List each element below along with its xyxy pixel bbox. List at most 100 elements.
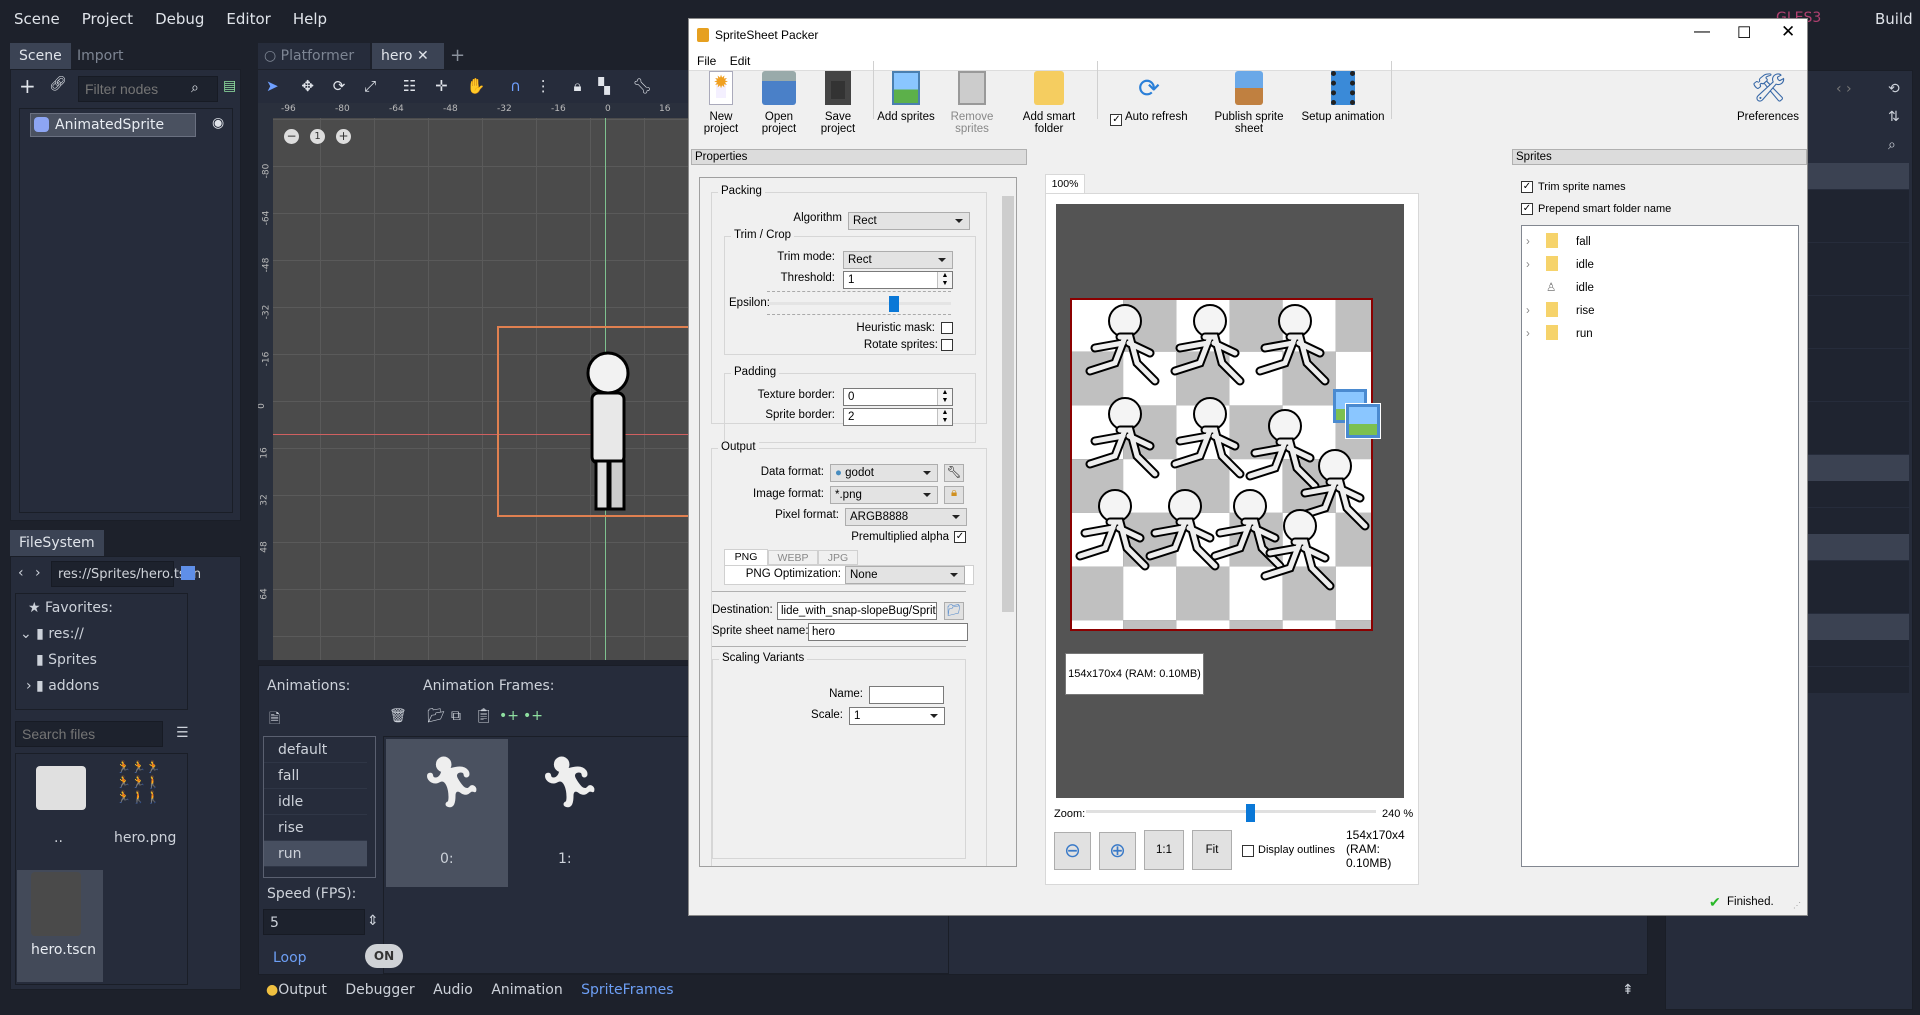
zoom-out-button[interactable]: ⊖ bbox=[1054, 832, 1091, 870]
tab-spriteframes[interactable]: SpriteFrames bbox=[581, 982, 673, 998]
path-field[interactable]: res://Sprites/hero.tscn bbox=[51, 561, 201, 587]
insert-before-icon[interactable]: •+ bbox=[499, 708, 519, 724]
preview-canvas[interactable] bbox=[1056, 204, 1404, 798]
expand-chevron-icon[interactable]: › bbox=[1526, 232, 1546, 252]
load-frames-icon[interactable]: 📂︎ bbox=[427, 708, 445, 724]
trim-names-checkbox[interactable]: ✓ bbox=[1521, 181, 1533, 193]
auto-refresh-toggle[interactable]: ⟳ ✓ Auto refresh bbox=[1105, 71, 1193, 126]
maximize-button[interactable]: ☐ bbox=[1737, 23, 1751, 43]
spin-arrows-icon[interactable]: ▲ ▼ bbox=[937, 272, 952, 288]
tab-jpg[interactable]: JPG bbox=[818, 550, 858, 565]
pixel-format-select[interactable]: ARGB8888 bbox=[845, 508, 967, 526]
menu-editor[interactable]: Editor bbox=[226, 10, 270, 28]
close-button[interactable]: ✕ bbox=[1781, 22, 1795, 42]
add-smart-folder-button[interactable]: Add smart folder bbox=[1007, 71, 1091, 135]
search-files-input[interactable] bbox=[15, 721, 163, 747]
texture-border-input[interactable]: 0 ▲ ▼ bbox=[843, 388, 953, 406]
tree-node-animatedsprite[interactable]: AnimatedSprite bbox=[30, 113, 196, 137]
loop-toggle[interactable]: ON bbox=[365, 944, 403, 968]
history-back-icon[interactable]: ‹ › bbox=[1836, 81, 1852, 97]
encryption-lock-button[interactable]: 🔒︎ bbox=[944, 486, 964, 504]
tree-favorites[interactable]: ★ Favorites: bbox=[28, 600, 113, 616]
destination-input[interactable]: lide_with_snap-slopeBug/Sprites bbox=[777, 602, 937, 620]
menu-project[interactable]: Project bbox=[82, 10, 133, 28]
tab-png[interactable]: PNG bbox=[724, 549, 768, 565]
build-button[interactable]: Build bbox=[1875, 10, 1913, 28]
close-icon[interactable]: ✕ bbox=[417, 48, 429, 64]
sort-icon[interactable]: ⇅ bbox=[1888, 109, 1900, 125]
pivot-icon[interactable]: ✛ bbox=[435, 77, 448, 95]
history-icon[interactable]: ⟲ bbox=[1888, 81, 1900, 97]
tab-audio[interactable]: Audio bbox=[433, 982, 473, 998]
animation-item[interactable]: fall bbox=[264, 763, 367, 789]
sprite-tree-item[interactable]: ♙ idle bbox=[1526, 278, 1594, 298]
lock-icon[interactable]: 🔒︎ bbox=[573, 77, 581, 95]
trim-mode-select[interactable]: Rect bbox=[843, 251, 953, 269]
tab-filesystem[interactable]: FileSystem bbox=[10, 530, 104, 556]
tab-output[interactable]: Output bbox=[278, 982, 327, 998]
menu-scene[interactable]: Scene bbox=[14, 10, 60, 28]
open-project-button[interactable]: Open project bbox=[751, 71, 807, 135]
zoom-out-icon[interactable]: − bbox=[284, 129, 299, 144]
scale-select[interactable]: 1 bbox=[849, 707, 945, 725]
rotate-checkbox[interactable] bbox=[941, 339, 953, 351]
list-select-icon[interactable]: ☷ bbox=[403, 77, 416, 95]
spin-arrows-icon[interactable]: ▲ ▼ bbox=[937, 389, 952, 405]
menu-debug[interactable]: Debug bbox=[155, 10, 204, 28]
new-tab-icon[interactable]: + bbox=[450, 45, 465, 66]
slider-thumb[interactable] bbox=[888, 296, 899, 312]
zoom-reset-icon[interactable]: 1 bbox=[310, 129, 325, 144]
pan-tool-icon[interactable]: ✋ bbox=[466, 77, 485, 95]
sheet-name-input[interactable]: hero bbox=[808, 623, 968, 641]
split-view-icon[interactable] bbox=[181, 566, 195, 580]
animation-item-selected[interactable]: run bbox=[264, 841, 367, 867]
snap-icon[interactable]: ∩ bbox=[510, 77, 521, 95]
new-project-button[interactable]: ✹ New project bbox=[693, 71, 749, 135]
tab-scene[interactable]: Scene bbox=[10, 43, 71, 69]
sprite-tree-item[interactable]: › idle bbox=[1526, 255, 1594, 275]
expand-chevron-icon[interactable]: › bbox=[1526, 324, 1546, 344]
publish-button[interactable]: Publish sprite sheet bbox=[1199, 71, 1299, 135]
scroll-thumb[interactable] bbox=[1002, 196, 1014, 612]
select-tool-icon[interactable]: ➤ bbox=[266, 77, 279, 95]
move-tool-icon[interactable]: ✥ bbox=[301, 77, 314, 95]
preferences-button[interactable]: 🛠︎ Preferences bbox=[1733, 71, 1803, 123]
animation-item[interactable]: default bbox=[264, 737, 367, 763]
folder-up[interactable] bbox=[36, 766, 86, 810]
scale-tool-icon[interactable]: ⤢ bbox=[364, 77, 376, 95]
spin-arrows-icon[interactable]: ▲ ▼ bbox=[937, 409, 952, 425]
fit-button[interactable]: Fit bbox=[1192, 830, 1232, 870]
tab-hero[interactable]: hero ✕ bbox=[372, 43, 444, 69]
zoom-in-icon[interactable]: + bbox=[336, 129, 351, 144]
insert-after-icon[interactable]: •+ bbox=[523, 708, 543, 724]
script-add-icon[interactable]: ▤ bbox=[223, 78, 236, 94]
display-outlines-checkbox[interactable] bbox=[1242, 845, 1254, 857]
frame-1[interactable]: 🏃︎ 1: bbox=[514, 739, 636, 887]
list-view-icon[interactable]: ☰ bbox=[176, 725, 189, 741]
save-project-button[interactable]: Save project bbox=[809, 71, 867, 135]
minimize-button[interactable]: — bbox=[1694, 23, 1710, 41]
sprite-border-input[interactable]: 2 ▲ ▼ bbox=[843, 408, 953, 426]
data-format-settings-button[interactable]: 🔧︎ bbox=[944, 464, 964, 482]
image-format-select[interactable]: *.png bbox=[830, 486, 938, 504]
pin-panel-icon[interactable]: ⇞ bbox=[1622, 982, 1634, 998]
sprite-tree-item[interactable]: › rise bbox=[1526, 301, 1595, 321]
tree-addons[interactable]: › ▮ addons bbox=[26, 678, 99, 694]
menu-edit[interactable]: Edit bbox=[730, 54, 751, 68]
premultiplied-checkbox[interactable]: ✓ bbox=[954, 531, 966, 543]
paste-icon[interactable]: 📋︎ bbox=[475, 708, 493, 724]
setup-animation-button[interactable]: Setup animation bbox=[1301, 71, 1385, 123]
sprite-tree-item[interactable]: › run bbox=[1526, 324, 1593, 344]
forward-icon[interactable]: › bbox=[35, 565, 41, 581]
heuristic-checkbox[interactable] bbox=[941, 322, 953, 334]
copy-icon[interactable]: ⧉ bbox=[451, 708, 461, 724]
variant-name-input[interactable] bbox=[869, 686, 944, 704]
menu-file[interactable]: File bbox=[697, 54, 716, 68]
tab-import[interactable]: Import bbox=[68, 43, 132, 69]
tab-debugger[interactable]: Debugger bbox=[345, 982, 414, 998]
algorithm-select[interactable]: Rect bbox=[848, 212, 970, 230]
tab-animation[interactable]: Animation bbox=[491, 982, 562, 998]
expand-chevron-icon[interactable]: › bbox=[1526, 255, 1546, 275]
visibility-eye-icon[interactable]: ◉ bbox=[212, 115, 224, 131]
resize-grip-icon[interactable]: ⋰ bbox=[1793, 901, 1801, 910]
